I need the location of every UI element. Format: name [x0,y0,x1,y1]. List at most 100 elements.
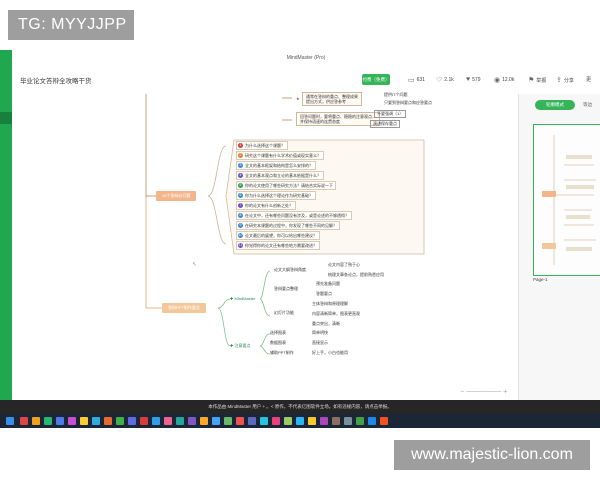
app-icon[interactable] [356,417,364,425]
question-item[interactable]: 4 全文的基本观点和立论的基本依据是什么？ [236,171,324,180]
question-item[interactable]: 5 你的论文使用了哪些研究方法？请结合实际说一下 [236,181,336,190]
ppt-item[interactable]: 辅助PPT制作 [270,350,294,356]
mindmap-canvas[interactable]: 通常在答辩的重点、整理成果 提出方式，供应答参考 ★ 提供IT个问题 只要到答辩… [12,92,518,400]
ppt-item[interactable]: 答辩要点整理 [274,286,298,292]
app-icon[interactable] [236,417,244,425]
price-badge[interactable]: 付费（免费） [362,74,390,85]
question-number-badge: 3 [238,163,243,168]
ppt-item[interactable]: 简单明快 [312,330,328,336]
question-item[interactable]: 8 在论文中，还有哪些问题没有涉及，或是论述的不够透彻？ [236,211,352,220]
tag-keep-focus[interactable]: 演讲保存重点 [370,120,400,128]
ppt-item[interactable]: 重点突出，清晰 [312,321,340,327]
question-item[interactable]: 3 全文的基本框架和结构是怎么安排的？ [236,161,316,170]
star-icon: ★ [296,96,300,101]
question-item[interactable]: 11 你觉得你的论文还有哪些地方需要改进？ [236,241,320,250]
question-number-badge: 4 [238,173,243,178]
mouse-cursor-icon: ↖ [192,262,198,268]
ppt-item[interactable]: 预先准备问题 [316,281,340,287]
app-icon[interactable] [20,417,28,425]
tab-secondary[interactable]: 等边 [583,102,592,108]
app-icon[interactable] [80,417,88,425]
pin-icon: ✚ [230,296,234,301]
app-icon[interactable] [224,417,232,425]
ppt-item[interactable]: 好上手，小白也能用 [312,350,348,356]
stat-likes[interactable]: ♥ 579 [466,76,481,83]
zoom-slider[interactable]: － ——————— ＋ [460,388,508,395]
tag-no-emphasis[interactable]: 不要强调（1） [374,110,407,118]
start-icon[interactable] [6,417,14,425]
windows-taskbar [0,414,600,428]
question-text: 为什么选择这个课题？ [245,143,285,148]
question-item[interactable]: 1 为什么选择这个课题？ [236,141,288,150]
app-icon[interactable] [92,417,100,425]
ppt-item[interactable]: 答题要点 [316,291,332,297]
question-item[interactable]: 10 论文最后的展望，你可以给出哪些建议？ [236,231,320,240]
question-item[interactable]: 7 你的论文有什么创新之处？ [236,201,296,210]
question-number-badge: 11 [238,243,243,248]
app-icon[interactable] [332,417,340,425]
note-box-answer[interactable]: 回答问题时，要将重点、稳稳的注意观点， 并保持语速的连贯态度 [296,112,380,126]
branch-10-questions[interactable]: 10个答辩必问题 [156,191,197,201]
app-icon[interactable] [188,417,196,425]
app-icon[interactable] [368,417,376,425]
app-icon[interactable] [380,417,388,425]
outline-mode-button[interactable]: 轮廓模式 [535,100,575,110]
question-number-badge: 6 [238,193,243,198]
app-icon[interactable] [44,417,52,425]
app-icon[interactable] [272,417,280,425]
app-icon[interactable] [260,417,268,425]
app-icon[interactable] [284,417,292,425]
note-box-top[interactable]: 通常在答辩的重点、整理成果 提出方式，供应答参考 [302,92,362,106]
question-item[interactable]: 6 你为什么选择这个理论作为研究基础？ [236,191,316,200]
app-icon[interactable] [32,417,40,425]
app-icon[interactable] [152,417,160,425]
page-label: Page-1 [533,277,548,282]
question-number-badge: 2 [238,153,243,158]
app-icon[interactable] [68,417,76,425]
app-icon[interactable] [104,417,112,425]
question-number-badge: 5 [238,183,243,188]
app-icon[interactable] [56,417,64,425]
ppt-item[interactable]: 论文内容了熟于心 [328,262,360,268]
ppt-item[interactable]: 选择图表 [270,330,286,336]
app-icon[interactable] [320,417,328,425]
subnode-notes[interactable]: ✚ 注意要点 [230,343,250,349]
pin-icon: ✚ [230,343,234,348]
stat-favorites[interactable]: ♡ 2.1k [436,76,454,84]
app-icon[interactable] [164,417,172,425]
ppt-item[interactable]: 论文大纲答辩角度 [274,267,306,273]
watermark-tag: TG: MYYJJPP [8,10,134,40]
bookmark-icon: ⚑ [528,77,535,84]
stat-views[interactable]: ◉ 12.0k [494,76,514,84]
app-icon[interactable] [200,417,208,425]
report-button[interactable]: ⚑ 举报 [528,76,546,84]
app-icon[interactable] [344,417,352,425]
app-icon[interactable] [140,417,148,425]
ppt-item[interactable]: 内容清晰简单，图表更直观 [312,311,360,317]
question-item[interactable]: 2 研究这个课题有什么学术价值或现实意义？ [236,151,324,160]
ppt-item[interactable]: 直接显示 [312,340,328,346]
ppt-item[interactable]: 幻灯片功能 [274,310,294,316]
app-icon[interactable] [296,417,304,425]
app-icon[interactable] [128,417,136,425]
subnode-mindmaster[interactable]: ✚ MindMaster [230,296,255,302]
branch-ppt-tips[interactable]: 答辩PPT制作要点 [162,303,206,313]
app-icon[interactable] [176,417,184,425]
question-text: 你为什么选择这个理论作为研究基础？ [245,193,313,198]
ppt-item[interactable]: 主体答辩和原理理解 [312,301,348,307]
app-icon[interactable] [212,417,220,425]
right-panel: 轮廓模式 等边 Page-1 [518,94,600,400]
share-button[interactable]: ⇪ 分享 [556,76,574,84]
page-thumbnail[interactable] [533,124,600,276]
app-icon[interactable] [308,417,316,425]
app-icon[interactable] [248,417,256,425]
question-item[interactable]: 9 在研究本课题的过程中，你发现了哪些不同的见解？ [236,221,340,230]
app-icon[interactable] [116,417,124,425]
more-button[interactable]: 更 [586,76,591,83]
ppt-item[interactable]: 数据图表 [270,340,286,346]
stat-pages[interactable]: ▭ 631 [408,76,425,84]
ppt-item[interactable]: 梳理文章各论点，提前熟悉应用 [328,272,384,278]
note-text-1: 提供IT个问题 [384,92,408,97]
question-text: 论文最后的展望，你可以给出哪些建议？ [245,233,317,238]
question-text: 你的论文有什么创新之处？ [245,203,293,208]
